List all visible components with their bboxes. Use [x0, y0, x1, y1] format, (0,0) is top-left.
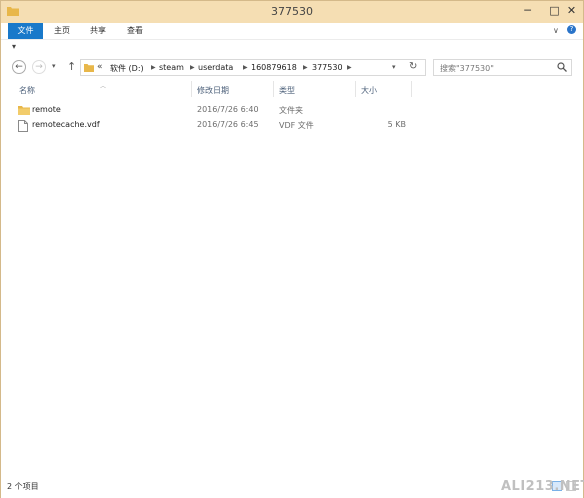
- tab-share[interactable]: 共享: [83, 23, 113, 39]
- breadcrumb-userid[interactable]: 160879618: [251, 63, 297, 72]
- column-divider[interactable]: [355, 81, 356, 97]
- file-icon: [18, 120, 28, 135]
- chevron-right-icon[interactable]: ▶: [151, 64, 156, 71]
- column-divider[interactable]: [191, 81, 192, 97]
- watermark-logo: ALI213.NET: [501, 479, 584, 494]
- quick-access-toolbar: ▾: [1, 40, 583, 56]
- folder-icon: [18, 105, 30, 118]
- tab-view[interactable]: 查看: [120, 23, 150, 39]
- tab-home[interactable]: 主页: [47, 23, 77, 39]
- file-name: remotecache.vdf: [32, 120, 100, 129]
- column-size[interactable]: 大小: [361, 85, 377, 96]
- folder-icon: [84, 63, 94, 75]
- title-bar[interactable]: 377530 ─ □ ✕: [1, 1, 583, 23]
- column-divider[interactable]: [411, 81, 412, 97]
- close-button[interactable]: ✕: [558, 1, 584, 21]
- file-date: 2016/7/26 6:45: [197, 120, 259, 129]
- minimize-button[interactable]: ─: [514, 1, 541, 21]
- column-name[interactable]: 名称: [19, 85, 35, 96]
- breadcrumb-steam[interactable]: steam: [159, 63, 184, 72]
- chevron-right-icon[interactable]: ▶: [243, 64, 248, 71]
- refresh-icon[interactable]: ↻: [409, 61, 417, 72]
- breadcrumb-userdata[interactable]: userdata: [198, 63, 233, 72]
- breadcrumb-drive[interactable]: 软件 (D:): [110, 63, 144, 74]
- chevron-right-icon[interactable]: ▶: [347, 64, 352, 71]
- navigation-bar: ← → ▾ ↑ « 软件 (D:) ▶ steam ▶ userdata ▶ 1…: [1, 57, 583, 79]
- file-type: 文件夹: [279, 106, 303, 115]
- breadcrumb-current[interactable]: 377530: [312, 63, 343, 72]
- list-item[interactable]: remotecache.vdf 2016/7/26 6:45 VDF 文件 5 …: [14, 119, 414, 133]
- file-size: 5 KB: [387, 120, 406, 129]
- search-icon[interactable]: [557, 62, 567, 75]
- column-divider[interactable]: [273, 81, 274, 97]
- customize-quick-access-icon[interactable]: ▾: [12, 42, 16, 51]
- recent-locations-icon[interactable]: ▾: [52, 62, 56, 70]
- help-icon[interactable]: ?: [567, 25, 576, 34]
- item-count: 2 个项目: [7, 482, 39, 491]
- file-name: remote: [32, 105, 61, 114]
- search-placeholder: 搜索"377530": [440, 64, 494, 73]
- chevron-down-icon[interactable]: ∨: [553, 26, 559, 35]
- chevron-right-icon[interactable]: ▶: [303, 64, 308, 71]
- file-date: 2016/7/26 6:40: [197, 105, 259, 114]
- tab-file[interactable]: 文件: [8, 23, 43, 39]
- window-title: 377530: [271, 5, 313, 18]
- sort-indicator-icon: ︿: [100, 83, 107, 90]
- column-header: ︿ 名称 修改日期 类型 大小: [1, 81, 583, 99]
- chevron-down-icon[interactable]: ▾: [392, 63, 396, 71]
- address-overflow[interactable]: «: [97, 62, 103, 72]
- forward-button[interactable]: →: [32, 60, 46, 74]
- back-button[interactable]: ←: [12, 60, 26, 74]
- up-arrow-icon[interactable]: ↑: [67, 60, 76, 73]
- status-bar: 2 个项目: [1, 476, 583, 498]
- column-type[interactable]: 类型: [279, 85, 295, 96]
- ribbon-tabs: 文件 主页 共享 查看 ∨ ?: [1, 23, 583, 40]
- file-type: VDF 文件: [279, 121, 314, 130]
- list-item[interactable]: remote 2016/7/26 6:40 文件夹: [14, 104, 414, 118]
- column-date[interactable]: 修改日期: [197, 85, 229, 96]
- explorer-window: 377530 ─ □ ✕ 文件 主页 共享 查看 ∨ ? ▾ ← → ▾ ↑ «…: [0, 0, 584, 498]
- search-box[interactable]: 搜索"377530": [433, 59, 572, 76]
- address-bar[interactable]: « 软件 (D:) ▶ steam ▶ userdata ▶ 160879618…: [80, 59, 426, 76]
- chevron-right-icon[interactable]: ▶: [190, 64, 195, 71]
